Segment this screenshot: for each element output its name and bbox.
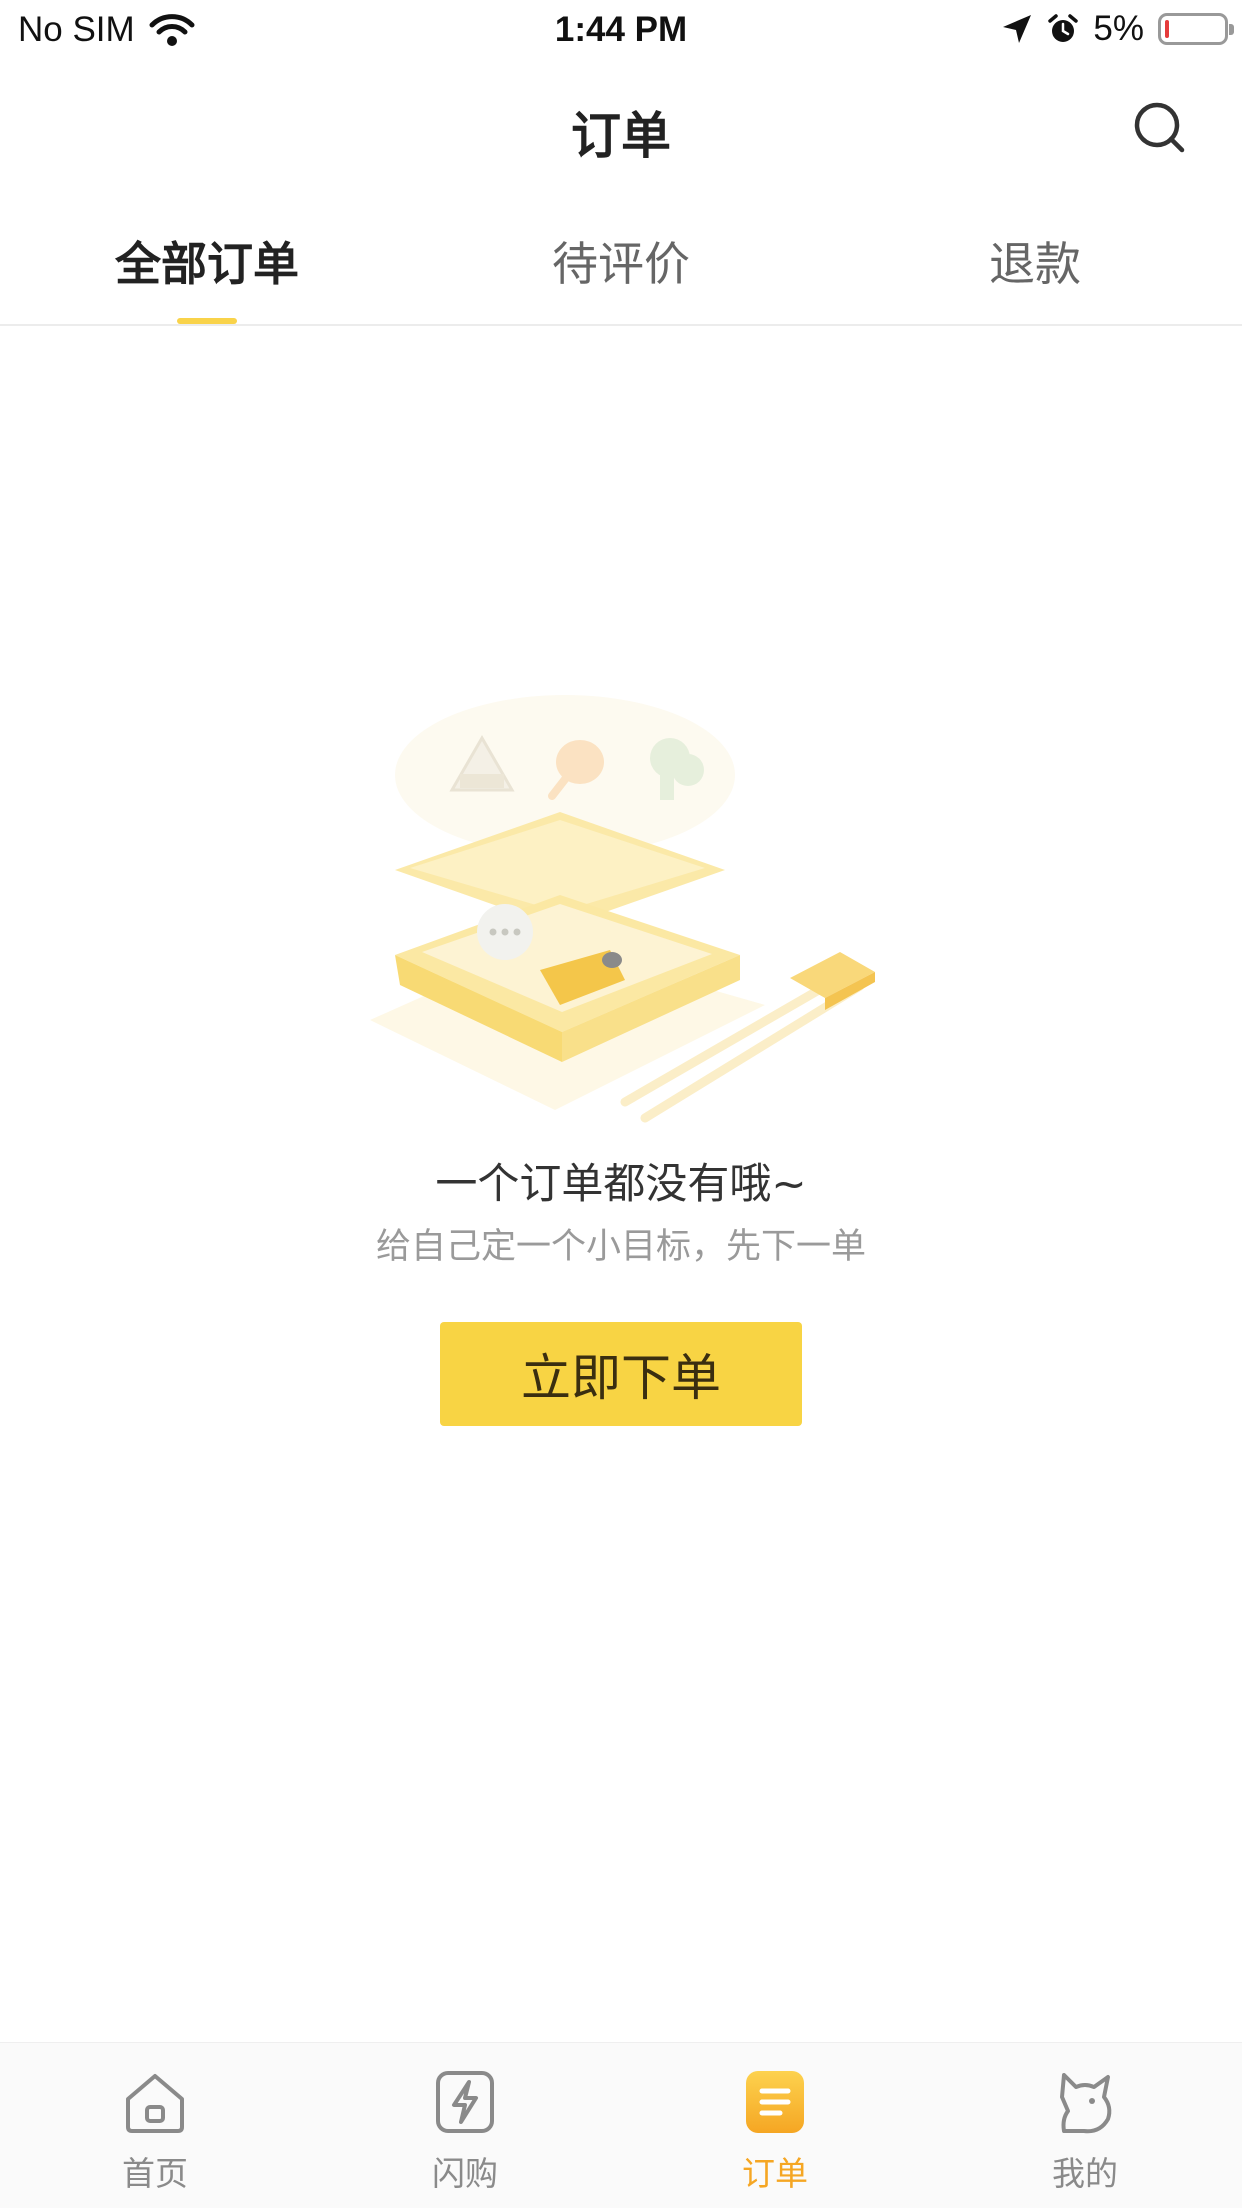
tabbar-label-flash: 闪购: [432, 2154, 498, 2193]
empty-state-subtitle: 给自己定一个小目标，先下一单: [375, 1227, 866, 1267]
tabbar-label-orders: 订单: [742, 2154, 808, 2193]
lightning-icon: [436, 2071, 494, 2133]
tabbar-label-home: 首页: [122, 2154, 188, 2193]
status-bar: No SIM 1:44 PM 5%: [0, 0, 1242, 62]
order-now-button[interactable]: 立即下单: [440, 1322, 802, 1426]
tabbar-item-mine[interactable]: 我的: [930, 2067, 1240, 2197]
bottom-tab-bar: 首页 闪购 订单 我的: [0, 2042, 1242, 2208]
search-icon: [1134, 102, 1185, 153]
tabbar-item-flash[interactable]: 闪购: [310, 2067, 620, 2197]
tabbar-item-orders[interactable]: 订单: [620, 2067, 930, 2197]
tab-refund[interactable]: 退款: [828, 228, 1242, 294]
battery-icon: [1158, 13, 1234, 45]
nav-bar: 订单: [0, 62, 1242, 192]
status-right: 5%: [1001, 9, 1234, 49]
order-tabs: 全部订单 待评价 退款: [0, 192, 1242, 326]
tab-pending-review[interactable]: 待评价: [414, 228, 828, 294]
page-title: 订单: [571, 107, 671, 165]
orders-screen: No SIM 1:44 PM 5% 订单 全部订单 待评价 退款 一个订单都没有…: [0, 0, 1242, 2208]
tabbar-label-mine: 我的: [1052, 2154, 1118, 2193]
tab-all-orders[interactable]: 全部订单: [0, 228, 414, 294]
battery-level: [1165, 20, 1169, 38]
profile-icon: [1060, 2073, 1112, 2134]
empty-state-title: 一个订单都没有哦~: [435, 1159, 807, 1208]
search-button[interactable]: [1130, 98, 1190, 158]
tabbar-item-home[interactable]: 首页: [0, 2067, 310, 2197]
empty-orders-illustration: [370, 695, 875, 1123]
battery-percent: 5%: [1093, 9, 1144, 48]
alarm-icon: [1048, 14, 1079, 42]
orders-icon: [746, 2071, 804, 2133]
active-tab-indicator: [177, 318, 237, 324]
location-arrow-icon: [1003, 15, 1032, 43]
home-icon: [126, 2074, 184, 2133]
